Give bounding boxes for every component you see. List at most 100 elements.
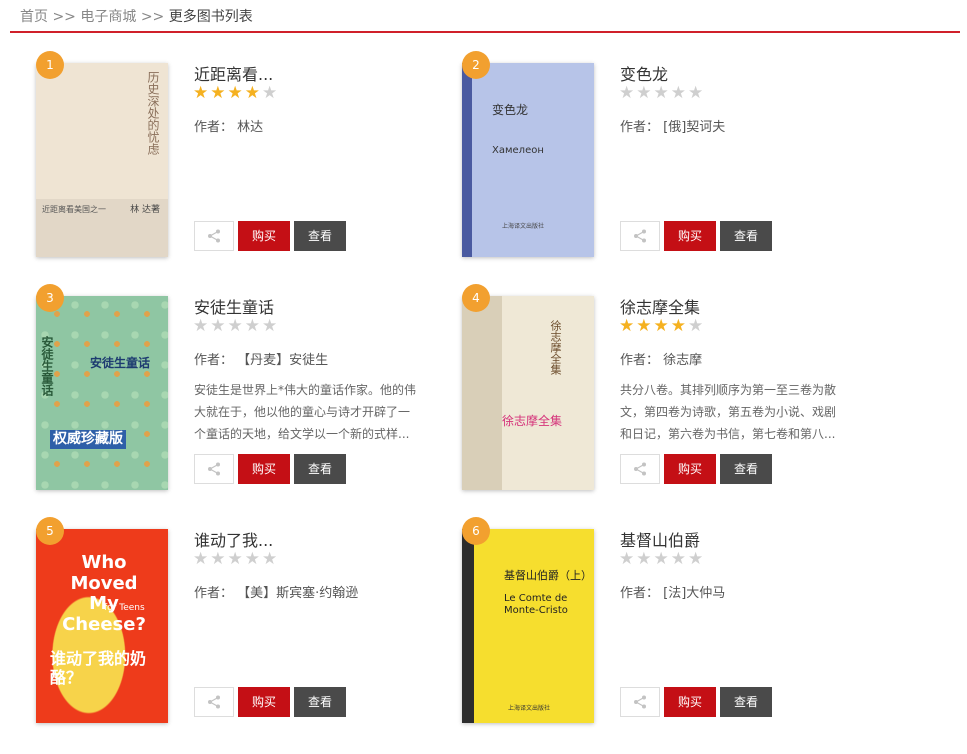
- rating-stars: ★★★★★: [193, 549, 279, 569]
- star-icon: ★: [227, 316, 245, 336]
- rating-stars: ★★★★★: [619, 83, 705, 103]
- book-title[interactable]: 徐志摩全集: [620, 294, 700, 318]
- star-icon: ★: [636, 549, 654, 569]
- book-author: 作者： 徐志摩: [620, 353, 703, 368]
- rating-stars: ★★★★★: [619, 316, 705, 336]
- star-icon: ★: [619, 83, 637, 103]
- cover-title: Who Moved My Cheese?: [62, 552, 146, 636]
- cover-title: 变色龙: [492, 103, 529, 117]
- book-cover[interactable]: 历史深处的忧虑 近距离看美国之一 林 达著: [36, 63, 168, 257]
- rating-stars: ★★★★★: [193, 316, 279, 336]
- book-author: 作者： 【美】斯宾塞·约翰逊: [194, 586, 359, 601]
- cover-caption: 上海译文出版社: [502, 223, 545, 230]
- star-icon: ★: [653, 549, 671, 569]
- rank-number: 1: [46, 58, 54, 72]
- book-description: 共分八卷。其排列顺序为第一至三卷为散文，第四卷为诗歌，第五卷为小说、戏剧和日记，…: [620, 383, 837, 441]
- rank-badge: 1: [36, 51, 64, 79]
- cover-title: 历史深处的忧虑: [146, 71, 160, 155]
- cover-caption: 上海译文出版社: [508, 705, 551, 712]
- breadcrumb-home[interactable]: 首页: [20, 9, 48, 25]
- star-icon: ★: [619, 549, 637, 569]
- header-divider: [10, 31, 960, 33]
- cover-subtitle: 近距离看美国之一: [42, 205, 106, 214]
- rank-badge: 4: [462, 284, 490, 312]
- book-description: 安徒生是世界上*伟大的童话作家。他的伟大就在于，他以他的童心与诗才开辟了一个童话…: [194, 383, 417, 441]
- rank-badge: 2: [462, 51, 490, 79]
- breadcrumb-mall[interactable]: 电子商城: [80, 9, 136, 25]
- book-title[interactable]: 谁动了我...: [194, 527, 273, 551]
- book-cover[interactable]: 徐志摩全集 徐志摩全集: [462, 296, 594, 490]
- book-card-6: 6 基督山伯爵（上） Le Comte de Monte-Cristo 上海译文…: [444, 517, 864, 723]
- star-icon: ★: [670, 549, 688, 569]
- rank-badge: 5: [36, 517, 64, 545]
- view-button[interactable]: 查看: [720, 221, 772, 251]
- share-button[interactable]: [194, 454, 234, 484]
- view-button[interactable]: 查看: [294, 454, 346, 484]
- cover-subtitle: 安徒生童话: [90, 356, 151, 370]
- star-icon: ★: [670, 316, 688, 336]
- cover-title: 基督山伯爵（上）: [504, 569, 592, 582]
- buy-button[interactable]: 购买: [238, 221, 290, 251]
- rank-badge: 6: [462, 517, 490, 545]
- action-buttons: 购买 查看: [620, 221, 772, 251]
- share-icon: [634, 229, 646, 243]
- buy-button[interactable]: 购买: [664, 221, 716, 251]
- book-cover[interactable]: Who Moved My Cheese? for Teens 谁动了我的奶酪？: [36, 529, 168, 723]
- book-card-4: 4 徐志摩全集 徐志摩全集 徐志摩全集 ★★★★★ 作者： 徐志摩 共分八卷。其…: [444, 284, 864, 490]
- share-button[interactable]: [194, 687, 234, 717]
- book-card-5: 5 Who Moved My Cheese? for Teens 谁动了我的奶酪…: [18, 517, 438, 723]
- star-icon: ★: [670, 83, 688, 103]
- share-icon: [208, 229, 220, 243]
- book-card-3: 3 安徒生童话 安徒生童话 权威珍藏版 安徒生童话 ★★★★★ 作者： 【丹麦】…: [18, 284, 438, 490]
- action-buttons: 购买 查看: [194, 687, 346, 717]
- cover-subtitle: for Teens: [104, 603, 145, 613]
- book-title[interactable]: 安徒生童话: [194, 294, 274, 318]
- star-icon: ★: [244, 316, 262, 336]
- star-icon: ★: [688, 83, 706, 103]
- rank-number: 3: [46, 291, 54, 305]
- book-card-1: 1 历史深处的忧虑 近距离看美国之一 林 达著 近距离看... ★★★★★ 作者…: [18, 51, 438, 257]
- share-button[interactable]: [620, 687, 660, 717]
- cover-caption: 谁动了我的奶酪？: [50, 649, 147, 688]
- star-icon: ★: [227, 83, 245, 103]
- view-button[interactable]: 查看: [720, 454, 772, 484]
- star-icon: ★: [636, 316, 654, 336]
- buy-button[interactable]: 购买: [238, 687, 290, 717]
- share-button[interactable]: [194, 221, 234, 251]
- book-title[interactable]: 变色龙: [620, 61, 668, 85]
- book-title[interactable]: 基督山伯爵: [620, 527, 700, 551]
- action-buttons: 购买 查看: [194, 454, 346, 484]
- book-title[interactable]: 近距离看...: [194, 61, 273, 85]
- star-icon: ★: [688, 549, 706, 569]
- view-button[interactable]: 查看: [294, 221, 346, 251]
- star-icon: ★: [227, 549, 245, 569]
- book-card-2: 2 变色龙 Хамелеон 上海译文出版社 变色龙 ★★★★★ 作者： [俄]…: [444, 51, 864, 257]
- star-icon: ★: [653, 83, 671, 103]
- star-icon: ★: [688, 316, 706, 336]
- view-button[interactable]: 查看: [720, 687, 772, 717]
- book-author: 作者： 林达: [194, 120, 264, 135]
- buy-button[interactable]: 购买: [664, 687, 716, 717]
- book-cover[interactable]: 安徒生童话 安徒生童话 权威珍藏版: [36, 296, 168, 490]
- share-button[interactable]: [620, 221, 660, 251]
- star-icon: ★: [653, 316, 671, 336]
- book-cover[interactable]: 变色龙 Хамелеон 上海译文出版社: [462, 63, 594, 257]
- cover-title: 徐志摩全集: [549, 320, 562, 375]
- share-button[interactable]: [620, 454, 660, 484]
- breadcrumb: 首页 >> 电子商城 >> 更多图书列表: [20, 6, 253, 26]
- star-icon: ★: [193, 316, 211, 336]
- view-button[interactable]: 查看: [294, 687, 346, 717]
- cover-subtitle: Le Comte de Monte-Cristo: [504, 593, 568, 616]
- book-cover[interactable]: 基督山伯爵（上） Le Comte de Monte-Cristo 上海译文出版…: [462, 529, 594, 723]
- rank-number: 4: [472, 291, 480, 305]
- cover-caption: 权威珍藏版: [50, 430, 126, 449]
- star-icon: ★: [193, 549, 211, 569]
- book-author: 作者： [俄]契诃夫: [620, 120, 726, 135]
- breadcrumb-current: 更多图书列表: [168, 9, 253, 25]
- buy-button[interactable]: 购买: [664, 454, 716, 484]
- rating-stars: ★★★★★: [619, 549, 705, 569]
- buy-button[interactable]: 购买: [238, 454, 290, 484]
- action-buttons: 购买 查看: [620, 454, 772, 484]
- rank-badge: 3: [36, 284, 64, 312]
- cover-caption: 林 达著: [130, 205, 160, 215]
